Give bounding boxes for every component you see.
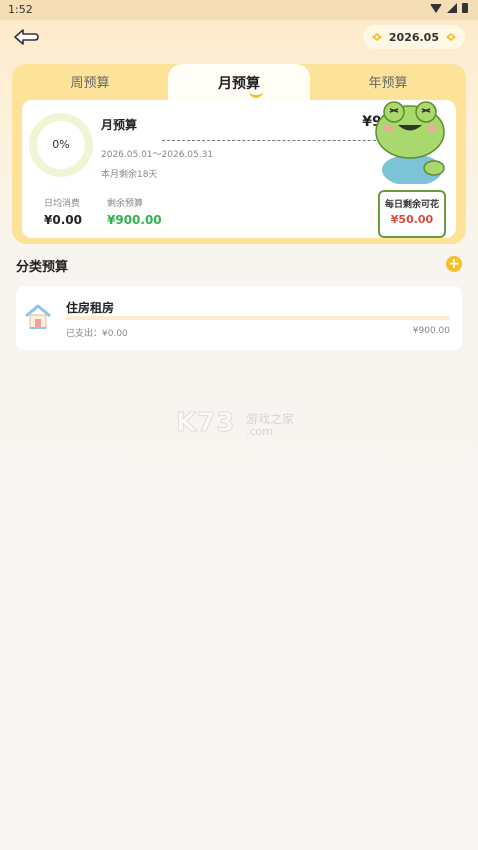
- prev-month-icon[interactable]: [371, 32, 383, 42]
- tab-month-label: 月预算: [218, 76, 260, 92]
- wifi-icon: [430, 3, 442, 13]
- budget-remaining-days: 本月剩余18天: [101, 170, 158, 180]
- watermark-logo: K73 游戏之家 .com: [175, 408, 306, 442]
- category-progress-bar: [66, 316, 450, 320]
- month-selector[interactable]: 2026.05: [362, 25, 465, 49]
- daily-spend-label: 日均消费: [44, 199, 81, 209]
- status-time: 1:52: [8, 3, 33, 16]
- tab-month[interactable]: 月预算: [168, 64, 310, 100]
- tab-active-underline: [249, 91, 263, 98]
- signal-icon: [447, 3, 457, 13]
- watermark-com: .com: [246, 425, 273, 438]
- add-category-button[interactable]: +: [446, 256, 462, 272]
- tab-week[interactable]: 周预算: [12, 64, 168, 100]
- month-label: 2026.05: [388, 30, 439, 44]
- category-budget: ¥900.00: [412, 326, 450, 336]
- budget-title: 月预算: [101, 118, 138, 132]
- house-icon: [25, 304, 51, 329]
- budget-progress-label: 0%: [52, 138, 70, 151]
- frog-mascot-icon: [375, 101, 445, 184]
- daily-allowance-value: ¥50.00: [390, 213, 434, 226]
- battery-icon: [462, 3, 468, 13]
- budget-date-range: 2026.05.01～2026.05.31: [101, 150, 214, 160]
- category-name: 住房租房: [66, 301, 115, 315]
- category-spent: 已支出：¥0.00: [66, 329, 128, 339]
- remaining-budget-value: ¥900.00: [107, 213, 162, 227]
- status-icons: [430, 3, 468, 13]
- daily-allowance-sign: 每日剩余可花 ¥50.00: [378, 190, 446, 238]
- category-budget-title: 分类预算: [16, 260, 69, 275]
- remaining-budget-label: 剩余预算: [107, 199, 144, 209]
- daily-spend-value: ¥0.00: [44, 213, 82, 227]
- daily-allowance-label: 每日剩余可花: [384, 200, 439, 210]
- next-month-icon[interactable]: [445, 32, 457, 42]
- status-bar: 1:52: [0, 0, 478, 20]
- back-arrow-icon[interactable]: [12, 27, 40, 47]
- category-card[interactable]: 住房租房 已支出：¥0.00 ¥900.00: [16, 286, 462, 350]
- watermark-big: K73: [175, 408, 236, 439]
